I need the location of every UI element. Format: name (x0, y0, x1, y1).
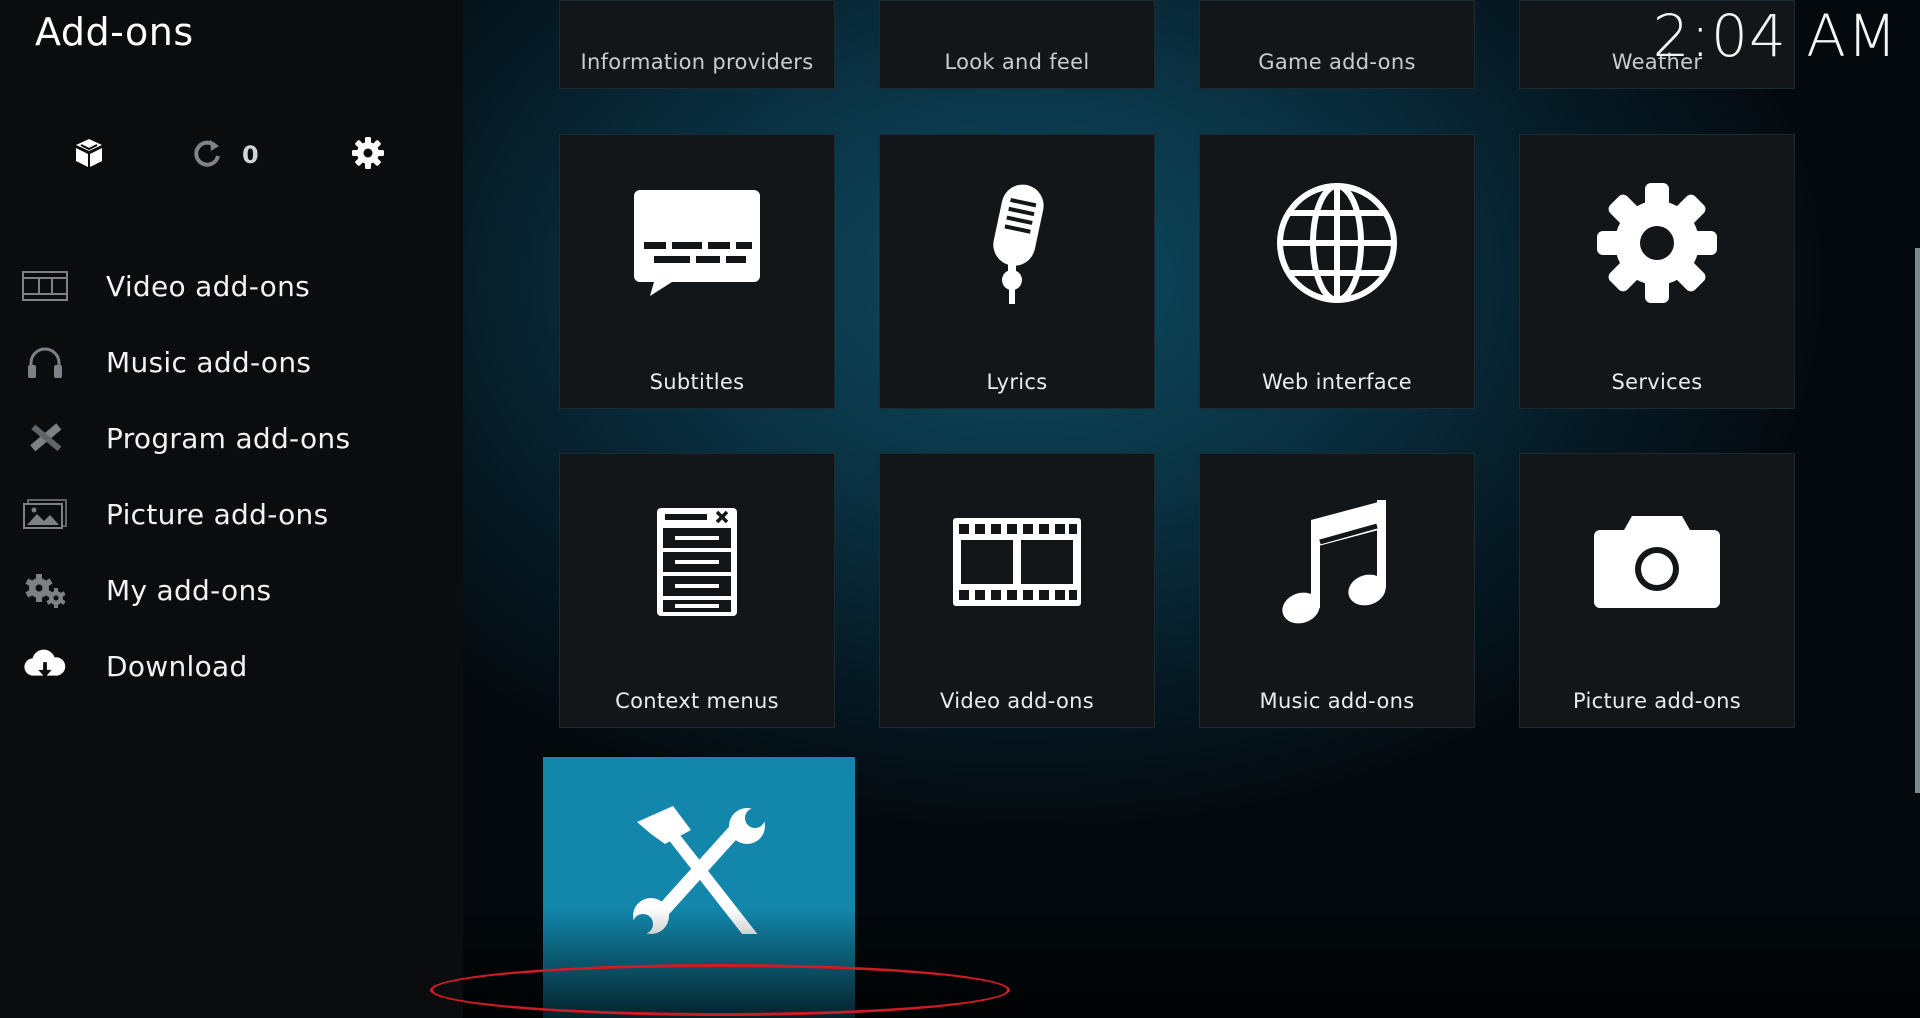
sidebar-item-video-addons[interactable]: Video add-ons (0, 248, 463, 324)
sidebar-menu: Video add-ons Music add-ons Program add-… (0, 248, 463, 704)
clock: 2:04 AM (1652, 2, 1898, 70)
tile-game-addons[interactable]: Game add-ons (1199, 0, 1475, 89)
sidebar-item-label: Picture add-ons (106, 497, 329, 531)
toolbar: 0 (0, 130, 463, 180)
tile-label: Services (1611, 370, 1703, 394)
hammer-wrench-icon (543, 806, 855, 934)
sidebar-item-music-addons[interactable]: Music add-ons (0, 324, 463, 400)
camera-icon (1520, 502, 1794, 622)
sidebar: Add-ons 0 Video add-ons Music add-ons Pr… (0, 0, 463, 1018)
open-box-icon (72, 136, 106, 174)
context-menu-icon (560, 502, 834, 622)
tile-label: Look and feel (944, 50, 1090, 74)
tile-label: Picture add-ons (1573, 689, 1741, 713)
microphone-icon (880, 183, 1154, 304)
tile-label: Web interface (1261, 370, 1413, 394)
tile-information-providers[interactable]: Information providers (559, 0, 835, 89)
gear-icon (350, 135, 386, 175)
gear-icon (1520, 183, 1794, 303)
tile-context-menus[interactable]: Context menus (559, 453, 835, 728)
speech-bubble-icon (560, 183, 834, 303)
tile-focused-program-addons[interactable] (543, 757, 855, 1018)
tile-music-addons[interactable]: Music add-ons (1199, 453, 1475, 728)
tile-picture-addons[interactable]: Picture add-ons (1519, 453, 1795, 728)
pictures-icon (22, 494, 68, 534)
sidebar-item-label: Video add-ons (106, 269, 311, 303)
refresh-icon (190, 136, 224, 174)
sidebar-item-program-addons[interactable]: Program add-ons (0, 400, 463, 476)
tile-label: Game add-ons (1258, 50, 1416, 74)
tile-lyrics[interactable]: Lyrics (879, 134, 1155, 409)
tile-video-addons[interactable]: Video add-ons (879, 453, 1155, 728)
cloud-download-icon (22, 646, 68, 686)
tile-label: Lyrics (986, 370, 1048, 394)
scrollbar[interactable] (1915, 248, 1920, 793)
sidebar-item-picture-addons[interactable]: Picture add-ons (0, 476, 463, 552)
tile-look-and-feel[interactable]: Look and feel (879, 0, 1155, 89)
film-strip-icon (22, 266, 68, 306)
gears-icon (22, 570, 68, 610)
film-icon (880, 502, 1154, 622)
sidebar-item-label: Download (106, 649, 248, 683)
sidebar-item-download[interactable]: Download (0, 628, 463, 704)
settings-button[interactable] (350, 130, 386, 180)
tile-label: Subtitles (649, 370, 745, 394)
page-title: Add-ons (35, 10, 194, 54)
headphones-icon (22, 342, 68, 382)
install-from-zip-button[interactable] (72, 130, 106, 180)
tile-label: Video add-ons (939, 689, 1094, 713)
globe-icon (1200, 183, 1474, 303)
pencil-ruler-icon (22, 418, 68, 458)
sidebar-item-label: Program add-ons (106, 421, 351, 455)
tile-web-interface[interactable]: Web interface (1199, 134, 1475, 409)
check-updates-button[interactable]: 0 (190, 130, 259, 180)
tile-label: Information providers (580, 50, 814, 74)
update-count: 0 (242, 141, 259, 169)
addon-categories-panel: Information providers Look and feel Game… (463, 0, 1920, 1018)
tile-label: Context menus (615, 689, 779, 713)
sidebar-item-label: Music add-ons (106, 345, 312, 379)
sidebar-item-label: My add-ons (106, 573, 272, 607)
sidebar-item-my-addons[interactable]: My add-ons (0, 552, 463, 628)
tile-subtitles[interactable]: Subtitles (559, 134, 835, 409)
tile-label: Music add-ons (1259, 689, 1415, 713)
tile-services[interactable]: Services (1519, 134, 1795, 409)
music-note-icon (1200, 500, 1474, 624)
